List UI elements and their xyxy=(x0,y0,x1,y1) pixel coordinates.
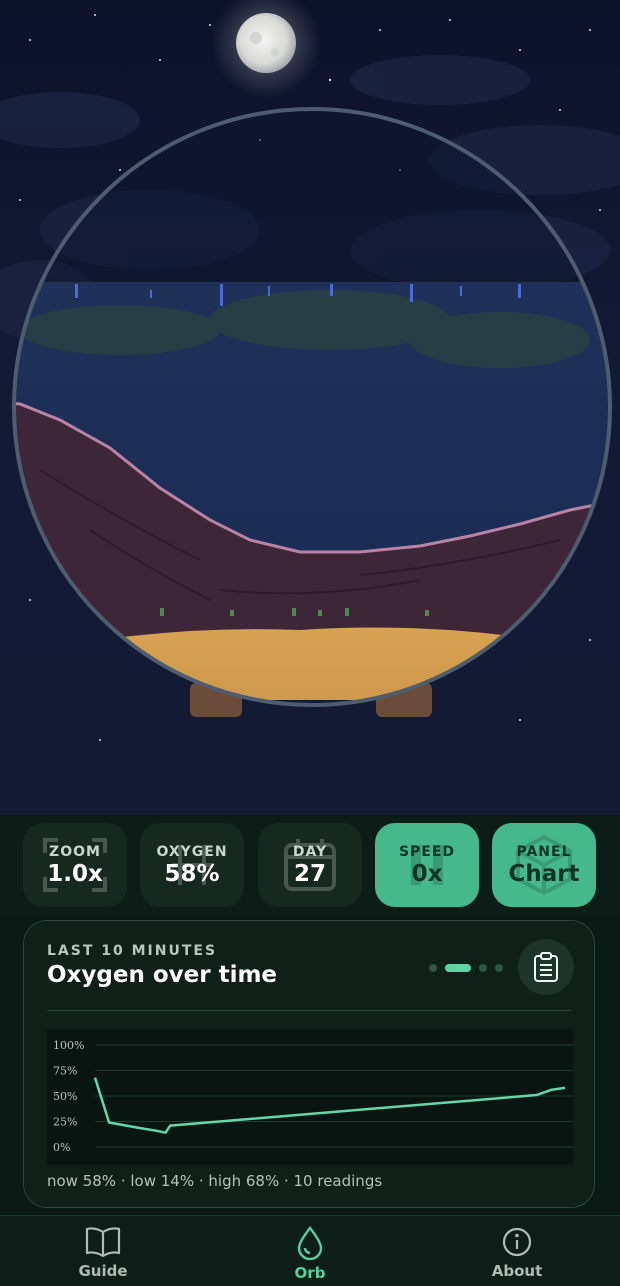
y-tick-label: 75% xyxy=(53,1065,77,1078)
zoom-button[interactable]: ZOOM 1.0x xyxy=(23,823,127,907)
page-dot-active[interactable] xyxy=(445,964,471,972)
y-tick-label: 25% xyxy=(53,1116,77,1129)
panel-value: Chart xyxy=(508,860,580,887)
chart-summary: now 58% · low 14% · high 68% · 10 readin… xyxy=(47,1172,383,1190)
speed-button[interactable]: SPEED 0x xyxy=(375,823,479,907)
page-dot[interactable] xyxy=(429,964,437,972)
oxygen-chart-card: LAST 10 MINUTES Oxygen over time 100% 75%… xyxy=(23,920,595,1208)
page-indicator[interactable] xyxy=(429,963,503,973)
clipboard-icon xyxy=(534,952,558,982)
panel-button[interactable]: PANEL Chart xyxy=(492,823,596,907)
oxygen-label: OXYGEN xyxy=(156,843,228,860)
day-value: 27 xyxy=(293,860,326,887)
tab-about-label: About xyxy=(491,1262,543,1280)
water-drop-icon xyxy=(297,1226,323,1260)
y-tick-label: 100% xyxy=(53,1039,84,1052)
page-dot[interactable] xyxy=(495,964,503,972)
page-dot[interactable] xyxy=(479,964,487,972)
day-button[interactable]: DAY 27 xyxy=(258,823,362,907)
stats-row: ZOOM 1.0x OXYGEN 58% DAY 27 SPEED 0x PAN… xyxy=(0,815,620,915)
tab-guide-label: Guide xyxy=(78,1262,128,1280)
day-label: DAY xyxy=(292,843,328,860)
card-kicker: LAST 10 MINUTES xyxy=(47,943,218,959)
speed-value: 0x xyxy=(411,860,443,887)
zoom-value: 1.0x xyxy=(47,860,103,887)
card-title: Oxygen over time xyxy=(47,962,278,988)
tab-about[interactable]: About xyxy=(457,1226,577,1280)
terrarium-scene[interactable] xyxy=(0,0,620,815)
oxygen-line-chart: 100% 75% 50% 25% 0% xyxy=(47,1029,573,1165)
plot-background xyxy=(47,1029,573,1165)
book-icon xyxy=(85,1227,121,1258)
tab-orb-label: Orb xyxy=(294,1264,326,1282)
y-tick-label: 0% xyxy=(53,1141,70,1154)
panel-label: PANEL xyxy=(516,843,572,860)
speed-label: SPEED xyxy=(398,843,456,860)
info-icon xyxy=(502,1227,532,1257)
tab-orb[interactable]: Orb xyxy=(250,1226,370,1282)
oxygen-value: 58% xyxy=(164,860,220,887)
zoom-label: ZOOM xyxy=(49,843,101,860)
orb-illustration xyxy=(0,0,620,741)
y-tick-label: 50% xyxy=(53,1090,77,1103)
card-divider xyxy=(47,1010,571,1011)
tab-bar: Guide Orb About xyxy=(0,1215,620,1286)
oxygen-button[interactable]: OXYGEN 58% xyxy=(140,823,244,907)
tab-guide[interactable]: Guide xyxy=(43,1226,163,1280)
log-button[interactable] xyxy=(518,939,574,995)
